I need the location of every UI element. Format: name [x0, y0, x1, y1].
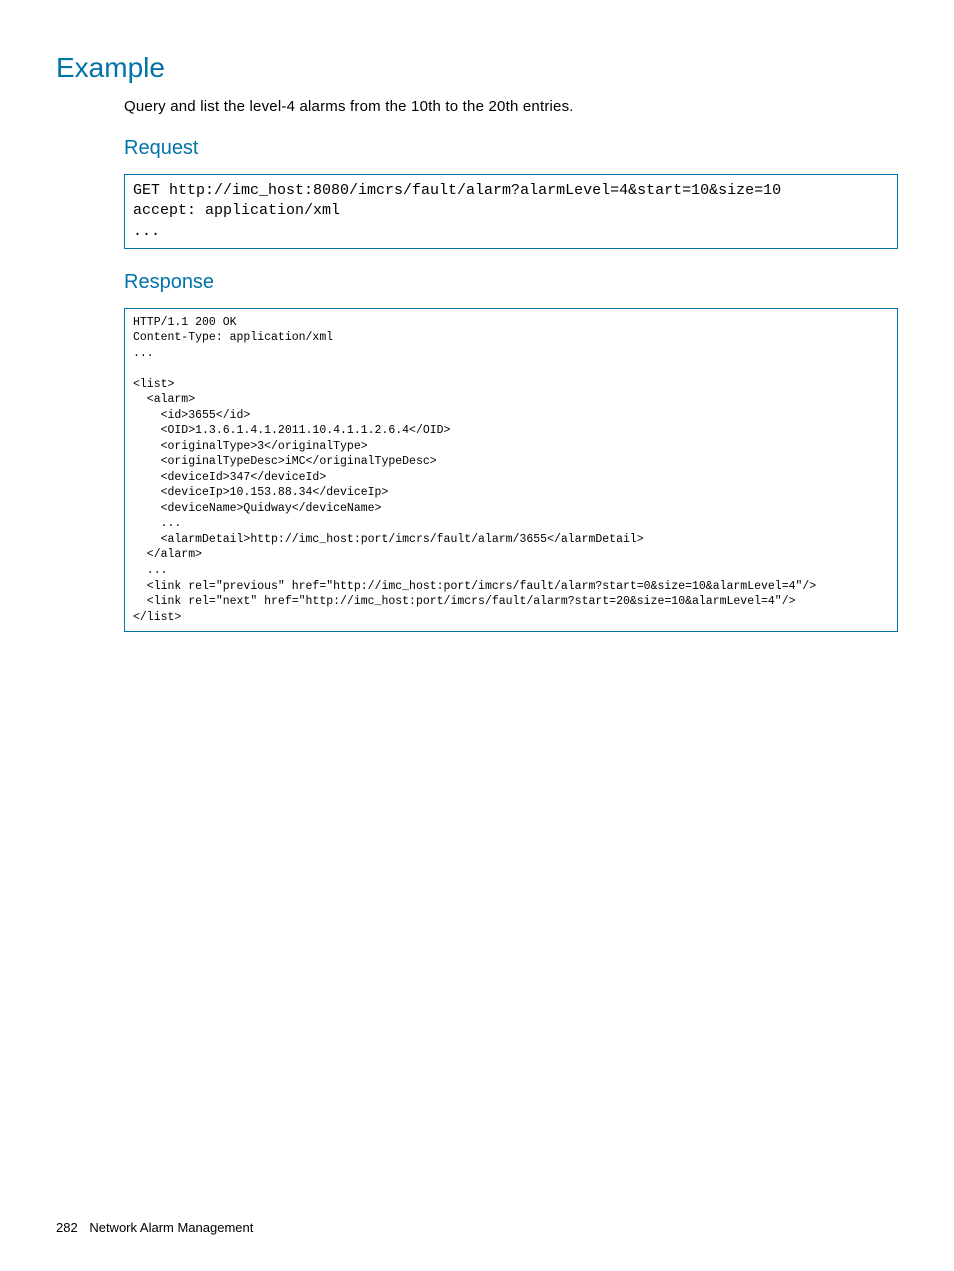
request-code-box: GET http://imc_host:8080/imcrs/fault/ala…: [124, 174, 898, 249]
request-code: GET http://imc_host:8080/imcrs/fault/ala…: [133, 181, 889, 242]
intro-text: Query and list the level-4 alarms from t…: [124, 98, 898, 115]
footer-section-title: Network Alarm Management: [89, 1220, 253, 1235]
page-footer: 282 Network Alarm Management: [56, 1220, 253, 1235]
page-number: 282: [56, 1220, 78, 1235]
heading-response: Response: [124, 271, 898, 294]
heading-request: Request: [124, 137, 898, 160]
response-code: HTTP/1.1 200 OK Content-Type: applicatio…: [133, 315, 889, 625]
response-code-box: HTTP/1.1 200 OK Content-Type: applicatio…: [124, 308, 898, 632]
heading-example: Example: [56, 52, 898, 84]
